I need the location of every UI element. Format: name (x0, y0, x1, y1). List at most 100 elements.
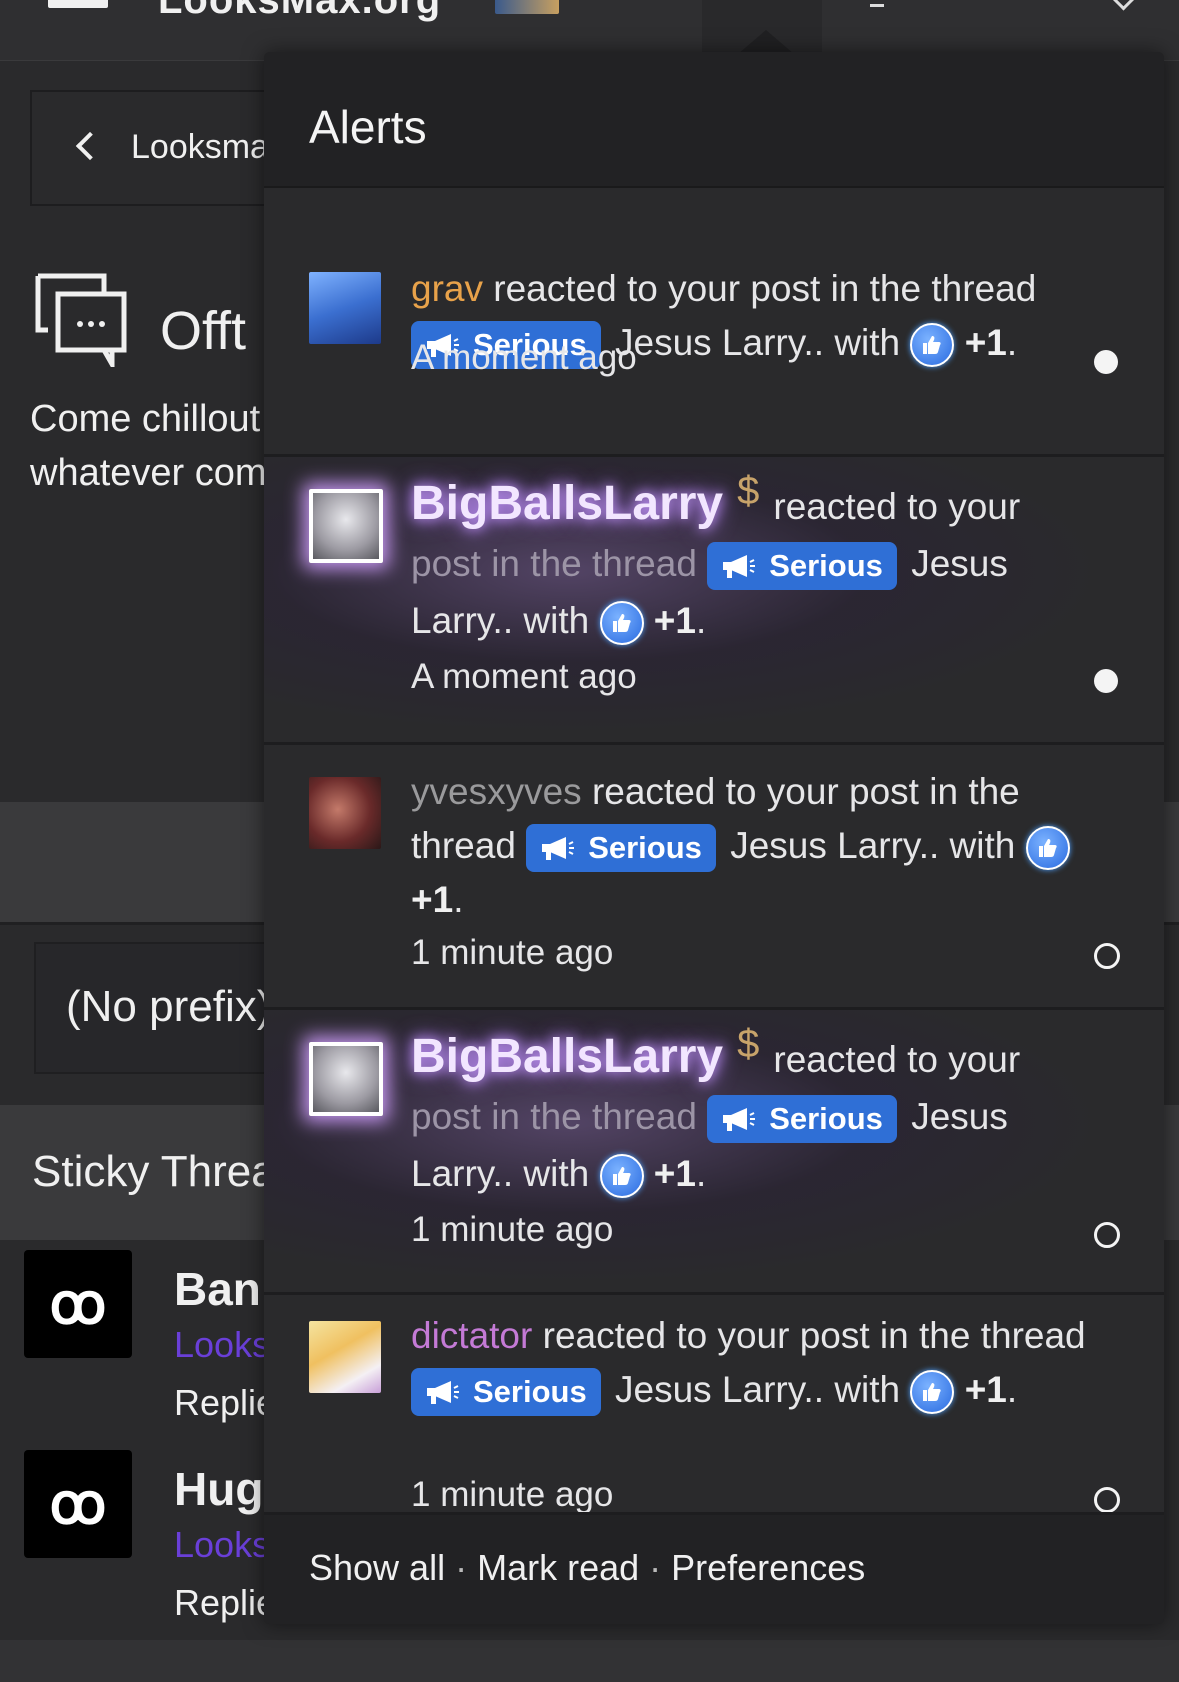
thumbs-up-icon (910, 1370, 955, 1415)
alert-time: 1 minute ago (411, 1475, 614, 1514)
alert-text: BigBallsLarry $ reacted to your post in th… (411, 469, 1091, 649)
alert-action-text-2: post in the thread (411, 543, 697, 584)
inbox-icon[interactable] (870, 0, 884, 7)
forum-logo-icon: ꝏ (24, 1250, 132, 1358)
thumbs-up-icon (1025, 826, 1070, 871)
reaction-amount: +1 (964, 1369, 1007, 1410)
alert-action-text: reacted to your post in the thread (542, 1315, 1086, 1356)
alert-time: A moment ago (411, 657, 637, 696)
thumbs-up-icon (599, 601, 644, 646)
bottom-band (0, 1640, 1179, 1682)
with-text: with (523, 600, 590, 641)
with-text: with (834, 1369, 901, 1410)
avatar[interactable] (309, 1042, 383, 1116)
avatar[interactable] (309, 272, 381, 344)
alert-action-text: reacted to your post in the thread (493, 268, 1037, 309)
mark-read-link[interactable]: Mark read (477, 1547, 639, 1588)
alert-item[interactable]: BigBallsLarry $ reacted to your post in th… (264, 1010, 1164, 1295)
thread-forum[interactable]: Looks (174, 1524, 270, 1566)
popup-pointer (738, 30, 794, 54)
alerts-header: Alerts (264, 52, 1164, 188)
thread-title[interactable]: Hug (174, 1462, 263, 1516)
megaphone-icon (723, 555, 756, 579)
period: . (1006, 1369, 1018, 1410)
alert-text: BigBallsLarry $ reacted to your post in th… (411, 1022, 1091, 1202)
site-title[interactable]: LooksMax.org (158, 0, 441, 23)
back-label[interactable]: Looksma (131, 128, 269, 167)
thread-link[interactable]: Jesus Larry.. (730, 825, 939, 866)
alert-text: yvesxyves reacted to your post in the th… (411, 765, 1091, 927)
alert-username[interactable]: BigBallsLarry (411, 477, 723, 530)
avatar[interactable] (309, 1321, 381, 1393)
prefix-badge-label: Serious (769, 548, 883, 584)
alert-username[interactable]: dictator (411, 1315, 532, 1356)
alert-item[interactable]: BigBallsLarry $ reacted to your post in th… (264, 457, 1164, 745)
footer-links: Show all · Mark read · Preferences (309, 1547, 865, 1589)
prefix-badge[interactable]: Serious (707, 1095, 897, 1144)
alerts-footer: Show all · Mark read · Preferences (264, 1512, 1164, 1624)
chevron-down-icon[interactable] (1111, 0, 1136, 11)
unread-indicator[interactable] (1094, 669, 1118, 693)
alert-time: 1 minute ago (411, 1210, 614, 1249)
forum-title: Offt (160, 301, 247, 361)
thumbs-up-icon (910, 323, 955, 368)
period: . (695, 600, 707, 641)
alert-text: dictator reacted to your post in the thr… (411, 1309, 1091, 1417)
read-indicator[interactable] (1094, 1487, 1120, 1513)
dollar-icon: $ (737, 469, 760, 513)
read-indicator[interactable] (1094, 1222, 1120, 1248)
thread-link[interactable]: Jesus Larry.. (615, 322, 824, 363)
menu-icon[interactable] (48, 0, 108, 8)
forum-logo-icon: ꝏ (24, 1450, 132, 1558)
prefix-badge[interactable]: Serious (526, 824, 716, 873)
reaction-amount: +1 (653, 1153, 696, 1194)
user-avatar[interactable] (495, 0, 559, 14)
prefix-filter-label: (No prefix) (66, 982, 272, 1031)
avatar[interactable] (309, 489, 383, 563)
megaphone-icon (427, 1381, 459, 1405)
thread-forum[interactable]: Looks (174, 1324, 270, 1366)
alert-action-text-2: post in the thread (411, 1096, 697, 1137)
alerts-popup: Alerts grav reacted to your post in the … (264, 52, 1164, 1624)
period: . (695, 1153, 707, 1194)
with-text: with (834, 322, 901, 363)
reaction-amount: +1 (411, 879, 454, 920)
prefix-badge-label: Serious (473, 1374, 587, 1410)
unread-indicator[interactable] (1094, 350, 1118, 374)
thread-meta: Replie (174, 1582, 277, 1623)
read-indicator[interactable] (1094, 943, 1120, 969)
thread-meta: Replie (174, 1382, 277, 1423)
prefix-badge[interactable]: Serious (411, 1368, 601, 1417)
prefix-badge[interactable]: Serious (707, 542, 897, 591)
thumbs-up-icon (599, 1154, 644, 1199)
period: . (453, 879, 464, 920)
alert-action-text: reacted to your (773, 1039, 1021, 1080)
show-all-link[interactable]: Show all (309, 1547, 445, 1588)
megaphone-icon (723, 1108, 756, 1132)
thread-title[interactable]: Ban (174, 1262, 261, 1316)
megaphone-icon (542, 837, 575, 861)
chat-bubbles-icon (35, 273, 127, 367)
with-text: with (523, 1153, 590, 1194)
separator: · (455, 1547, 468, 1588)
sticky-threads-label: Sticky Threa (32, 1147, 276, 1196)
preferences-link[interactable]: Preferences (671, 1547, 865, 1588)
alert-item[interactable]: grav reacted to your post in the thread … (264, 188, 1164, 457)
reaction-amount: +1 (653, 600, 696, 641)
thread-link[interactable]: Jesus Larry.. (615, 1369, 824, 1410)
separator: · (649, 1547, 662, 1588)
period: . (1006, 322, 1018, 363)
with-text: with (949, 825, 1016, 866)
alerts-title: Alerts (309, 101, 427, 153)
dollar-icon: $ (737, 1022, 760, 1066)
alert-item[interactable]: yvesxyves reacted to your post in the th… (264, 745, 1164, 1010)
alert-username[interactable]: BigBallsLarry (411, 1030, 723, 1083)
avatar[interactable] (309, 777, 381, 849)
alert-time: A moment ago (411, 338, 637, 377)
reaction-amount: +1 (964, 322, 1007, 363)
prefix-badge-label: Serious (588, 830, 702, 866)
alert-action-text: reacted to your (773, 486, 1021, 527)
alert-time: 1 minute ago (411, 933, 614, 972)
alert-username[interactable]: grav (411, 268, 483, 309)
alert-username[interactable]: yvesxyves (411, 771, 582, 812)
